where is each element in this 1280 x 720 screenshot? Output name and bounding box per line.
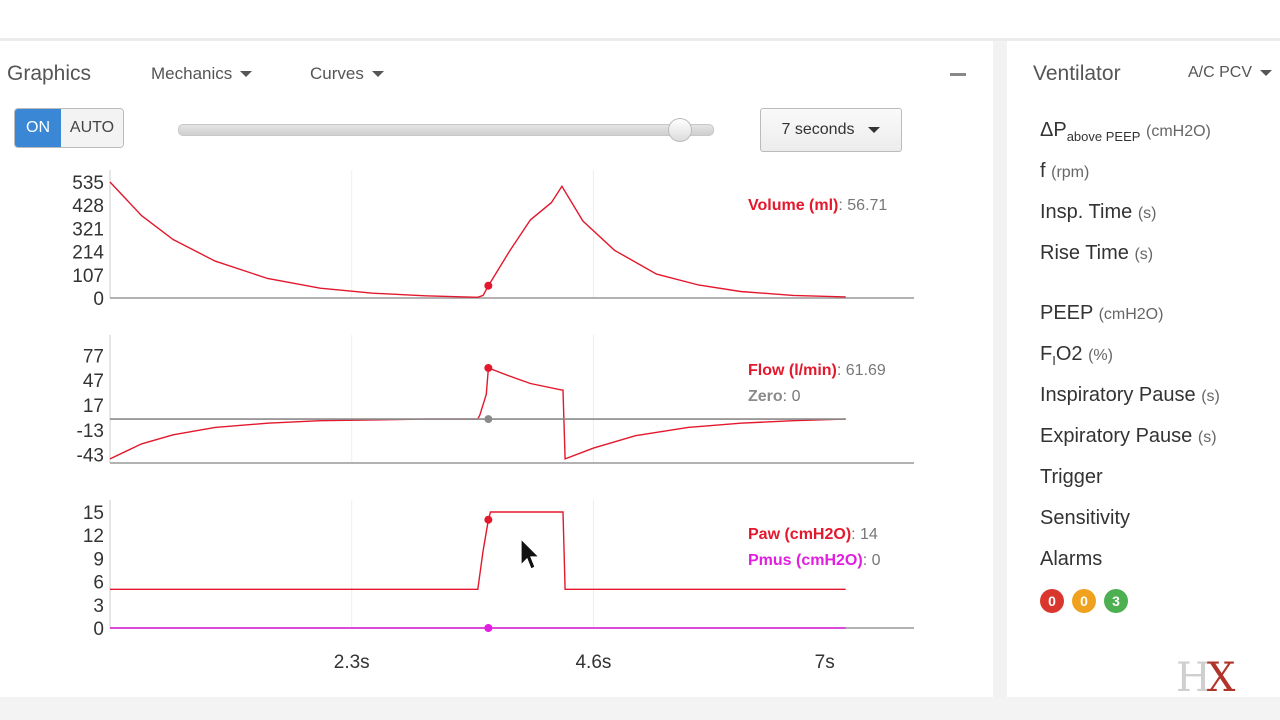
f-setting[interactable]: f (rpm) <box>1040 160 1089 183</box>
flow-value: : 61.69 <box>836 362 886 379</box>
mode-label: A/C PCV <box>1188 64 1253 81</box>
y-tick-label: -43 <box>77 446 104 467</box>
y-tick-label: 9 <box>93 549 104 570</box>
caret-down-icon <box>1260 70 1273 76</box>
insp-time-setting[interactable]: Insp. Time (s) <box>1040 201 1156 224</box>
cursor-marker <box>484 415 493 424</box>
delta-p-unit: (cmH2O) <box>1145 123 1211 140</box>
insp-time-label: Insp. Time <box>1040 201 1133 223</box>
f-unit: (rpm) <box>1051 164 1090 181</box>
insp-pause-setting[interactable]: Inspiratory Pause (s) <box>1040 384 1220 407</box>
insp-time-unit: (s) <box>1137 205 1157 222</box>
hx-logo: HX <box>1176 655 1236 701</box>
pmus-value: : 0 <box>862 552 881 569</box>
flow-readout: Flow (l/min): 61.69 <box>748 362 886 380</box>
zero-readout: Zero: 0 <box>748 388 800 406</box>
trigger-setting[interactable]: Trigger <box>1040 466 1103 489</box>
y-tick-label: 15 <box>83 503 104 524</box>
rise-time-setting[interactable]: Rise Time (s) <box>1040 242 1153 265</box>
cursor-marker <box>484 515 493 524</box>
fio2-unit: (%) <box>1088 347 1113 364</box>
y-tick-label: 12 <box>83 526 104 547</box>
volume-readout: Volume (ml): 56.71 <box>748 197 887 215</box>
pmus-label: Pmus (cmH2O) <box>748 552 863 569</box>
alarm-badge-orange[interactable]: 0 <box>1072 589 1096 613</box>
alarms-label: Alarms <box>1040 548 1103 570</box>
pressure-chart: 036 91215 <box>83 500 914 640</box>
y-tick-label: 535 <box>72 173 104 194</box>
y-tick-label: 6 <box>93 573 104 594</box>
cursor-marker <box>484 281 493 290</box>
delta-p-setting[interactable]: ΔPabove PEEP (cmH2O) <box>1040 119 1211 144</box>
time-axis: 2.3s 4.6s 7s <box>334 652 835 673</box>
y-tick-label: -13 <box>77 421 104 442</box>
volume-value: : 56.71 <box>838 197 888 214</box>
cursor-marker <box>484 363 493 372</box>
alarm-badge-green[interactable]: 3 <box>1104 589 1128 613</box>
fio2-label: F <box>1040 343 1053 365</box>
volume-label: Volume (ml) <box>748 197 839 214</box>
sensitivity-label: Sensitivity <box>1040 507 1131 529</box>
y-tick-label: 0 <box>93 289 104 310</box>
alarms-setting[interactable]: Alarms <box>1040 548 1102 571</box>
series-line <box>109 181 846 299</box>
y-tick-label: 214 <box>72 243 104 264</box>
y-tick-label: 77 <box>83 346 104 367</box>
x-tick-label: 4.6s <box>575 652 611 673</box>
paw-value: : 14 <box>851 526 878 543</box>
y-tick-label: 17 <box>83 396 104 417</box>
y-tick-label: 107 <box>72 266 104 287</box>
rise-time-label: Rise Time <box>1040 242 1129 264</box>
alarm-badge-red[interactable]: 0 <box>1040 589 1064 613</box>
delta-p-label: ΔP <box>1040 119 1067 141</box>
volume-chart: 0107214 321428535 <box>72 170 914 310</box>
y-tick-label: 47 <box>83 371 104 392</box>
insp-pause-label: Inspiratory Pause <box>1040 384 1196 406</box>
delta-p-subscript: above PEEP <box>1066 129 1141 144</box>
paw-readout: Paw (cmH2O): 14 <box>748 526 878 544</box>
series-line <box>109 367 846 460</box>
exp-pause-setting[interactable]: Expiratory Pause (s) <box>1040 425 1217 448</box>
peep-label: PEEP <box>1040 302 1093 324</box>
peep-setting[interactable]: PEEP (cmH2O) <box>1040 302 1163 325</box>
cursor-marker <box>484 624 493 632</box>
mode-dropdown[interactable]: A/C PCV <box>1188 64 1273 82</box>
peep-unit: (cmH2O) <box>1098 306 1164 323</box>
exp-pause-unit: (s) <box>1197 429 1217 446</box>
x-tick-label: 2.3s <box>334 652 370 673</box>
sensitivity-setting[interactable]: Sensitivity <box>1040 507 1130 530</box>
series-line <box>110 511 846 590</box>
y-tick-label: 321 <box>72 219 104 240</box>
trigger-label: Trigger <box>1040 466 1103 488</box>
fio2-setting[interactable]: FIO2 (%) <box>1040 343 1113 368</box>
f-label: f <box>1040 160 1046 182</box>
ventilator-title: Ventilator <box>1033 62 1121 85</box>
pmus-readout: Pmus (cmH2O): 0 <box>748 552 881 570</box>
exp-pause-label: Expiratory Pause <box>1040 425 1193 447</box>
fio2-label-rest: O2 <box>1055 343 1083 365</box>
zero-label: Zero <box>748 388 783 405</box>
mouse-cursor-icon <box>520 537 541 570</box>
logo-h: H <box>1176 655 1211 701</box>
x-tick-label: 7s <box>815 652 835 673</box>
y-tick-label: 0 <box>93 619 104 640</box>
y-tick-label: 428 <box>72 196 104 217</box>
paw-label: Paw (cmH2O) <box>748 526 852 543</box>
zero-value: : 0 <box>782 388 801 405</box>
flow-label: Flow (l/min) <box>748 362 837 379</box>
rise-time-unit: (s) <box>1134 246 1154 263</box>
y-tick-label: 3 <box>93 596 104 617</box>
logo-x: X <box>1206 655 1236 701</box>
insp-pause-unit: (s) <box>1201 388 1220 405</box>
